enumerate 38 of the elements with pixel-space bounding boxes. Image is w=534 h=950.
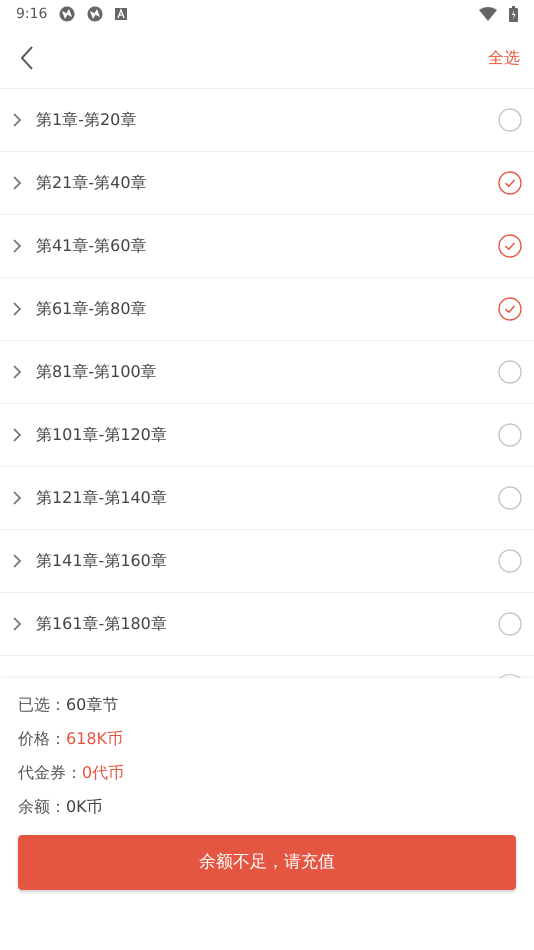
- chevron-right-icon: [12, 175, 22, 191]
- chapter-range-label[interactable]: 第21章-第40章: [36, 171, 484, 195]
- chapter-range-label[interactable]: 第141章-第160章: [36, 549, 484, 573]
- summary-label: 余额：: [18, 796, 66, 818]
- chevron-right-icon: [12, 490, 22, 506]
- back-icon[interactable]: [20, 46, 34, 70]
- chevron-right-icon: [12, 364, 22, 380]
- summary-label: 价格：: [18, 728, 66, 750]
- font-box-icon: [115, 8, 128, 20]
- select-all-button[interactable]: 全选: [488, 46, 520, 70]
- summary-value: 60章节: [66, 694, 118, 716]
- chevron-right-icon: [12, 553, 22, 569]
- aperture-icon: [87, 6, 104, 22]
- chapter-range-label[interactable]: 第81章-第100章: [36, 360, 484, 384]
- chapter-range-label[interactable]: 第121章-第140章: [36, 486, 484, 510]
- recharge-button[interactable]: 余额不足，请充值: [18, 835, 516, 890]
- chevron-right-icon: [12, 238, 22, 254]
- chevron-right-icon: [12, 112, 22, 128]
- chapter-range-label[interactable]: 第161章-第180章: [36, 612, 484, 636]
- status-time: 9:16: [16, 4, 48, 24]
- aperture-icon: [59, 6, 76, 22]
- chevron-right-icon: [12, 616, 22, 632]
- chapter-range-label[interactable]: 第61章-第80章: [36, 297, 484, 321]
- chapter-range-label[interactable]: 第101章-第120章: [36, 423, 484, 447]
- summary-value: 618K币: [66, 728, 124, 750]
- checked-circle-icon[interactable]: [498, 234, 522, 258]
- summary-value: 0代币: [82, 762, 124, 784]
- checked-circle-icon[interactable]: [498, 171, 522, 195]
- summary-label: 代金券：: [18, 762, 82, 784]
- checked-circle-icon[interactable]: [498, 297, 522, 321]
- chapter-range-label[interactable]: 第1章-第20章: [36, 108, 484, 132]
- wifi-icon: [479, 7, 497, 21]
- chevron-right-icon: [12, 301, 22, 317]
- battery-icon: [509, 6, 518, 22]
- chevron-right-icon: [12, 427, 22, 443]
- chapter-range-label[interactable]: 第41章-第60章: [36, 234, 484, 258]
- summary-label: 已选：: [18, 694, 66, 716]
- summary-value: 0K币: [66, 796, 103, 818]
